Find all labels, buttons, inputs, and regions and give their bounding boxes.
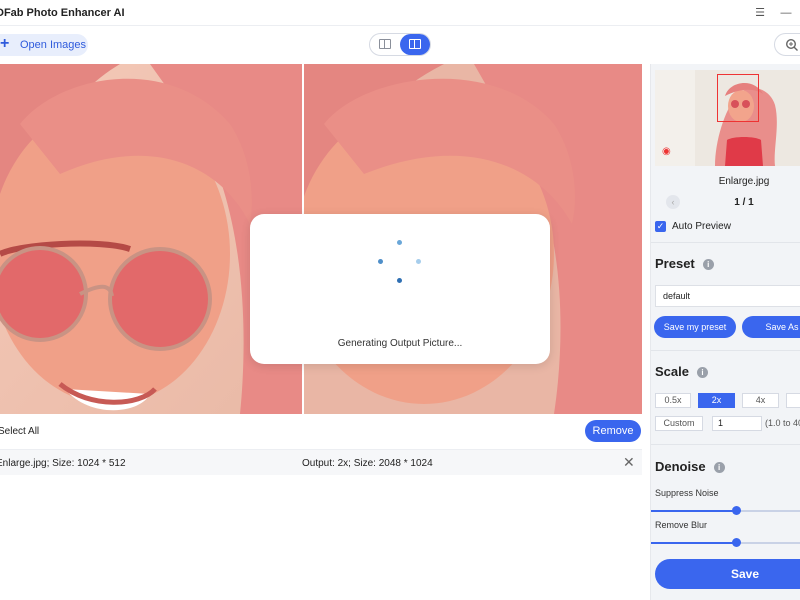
custom-scale-input[interactable]: 1 (712, 416, 762, 431)
denoise-title: Denoise (655, 459, 706, 474)
close-icon[interactable]: ✕ (623, 454, 635, 471)
toolbar: + Open Images (0, 26, 800, 64)
navigator-thumbnail[interactable]: ◉ (655, 70, 800, 166)
view-toggle (369, 33, 431, 56)
settings-panel: ◉ Enlarge.jpg ‹ 1 / 1 ✓ Auto Preview Pres… (650, 64, 800, 600)
spinner-dot (397, 278, 402, 283)
scale-option-4x[interactable]: 4x (742, 393, 779, 408)
spinner-dot (397, 240, 402, 245)
spinner-dot (378, 259, 383, 264)
custom-scale-range: (1.0 to 40) (765, 418, 800, 428)
divider (651, 350, 800, 351)
suppress-noise-fill (651, 510, 737, 512)
thumbnail-file-name: Enlarge.jpg (718, 176, 770, 187)
menu-icon[interactable]: ☰ (752, 5, 768, 21)
page-counter: 1 / 1 (734, 197, 754, 208)
preset-title: Preset (655, 256, 695, 271)
progress-text: Generating Output Picture... (337, 338, 463, 349)
title-bar: DFab Photo Enhancer AI ☰ — (0, 0, 800, 26)
suppress-noise-slider[interactable] (651, 506, 800, 515)
minimize-icon[interactable]: — (778, 5, 794, 21)
divider (651, 242, 800, 243)
auto-preview-label: Auto Preview (672, 221, 731, 233)
denoise-heading: Denoise i (655, 459, 725, 474)
scale-option-0-5x[interactable]: 0.5x (655, 393, 691, 408)
custom-scale-button[interactable]: Custom (655, 416, 703, 431)
output-info: Output: 2x; Size: 2048 * 1024 (302, 458, 433, 469)
zoom-button[interactable] (774, 33, 800, 56)
scale-title: Scale (655, 364, 689, 379)
remove-blur-slider[interactable] (651, 538, 800, 547)
single-view-button[interactable] (370, 34, 401, 55)
file-info: Enlarge.jpg; Size: 1024 * 512 (0, 458, 126, 469)
spinner-dot (416, 259, 421, 264)
file-row[interactable]: Enlarge.jpg; Size: 1024 * 512 Output: 2x… (0, 449, 642, 475)
open-images-label: Open Images (20, 39, 87, 51)
remove-button[interactable]: Remove (585, 420, 641, 442)
open-images-button[interactable]: + Open Images (0, 34, 88, 56)
save-my-preset-button[interactable]: Save my preset (654, 316, 736, 338)
split-view-icon (409, 39, 421, 49)
progress-dialog: Generating Output Picture... (250, 214, 550, 364)
plus-icon: + (0, 35, 10, 52)
info-icon[interactable]: i (696, 367, 708, 379)
save-as-button[interactable]: Save As (742, 316, 800, 338)
suppress-noise-handle[interactable] (732, 506, 742, 515)
remove-blur-fill (651, 542, 737, 544)
suppress-noise-label: Suppress Noise (655, 488, 719, 498)
preset-heading: Preset i (655, 256, 714, 271)
preset-select[interactable]: default (655, 285, 800, 307)
scale-heading: Scale i (655, 364, 708, 379)
divider (651, 444, 800, 445)
eye-icon[interactable]: ◉ (662, 146, 671, 157)
auto-preview-checkbox[interactable]: ✓ Auto Preview (655, 221, 731, 232)
check-icon: ✓ (655, 221, 666, 232)
split-view-button[interactable] (400, 34, 430, 55)
info-icon[interactable]: i (702, 259, 714, 271)
viewport-frame[interactable] (717, 74, 759, 122)
scale-option-2x[interactable]: 2x (698, 393, 735, 408)
scale-option-6x[interactable]: 6x (786, 393, 800, 408)
save-button[interactable]: Save (655, 559, 800, 589)
magnifier-icon (785, 38, 798, 51)
remove-blur-label: Remove Blur (655, 520, 708, 530)
select-all-checkbox[interactable]: Select All (0, 426, 39, 437)
info-icon[interactable]: i (713, 462, 725, 474)
remove-blur-handle[interactable] (732, 538, 742, 547)
single-view-icon (379, 39, 391, 49)
app-title: DFab Photo Enhancer AI (0, 7, 125, 19)
